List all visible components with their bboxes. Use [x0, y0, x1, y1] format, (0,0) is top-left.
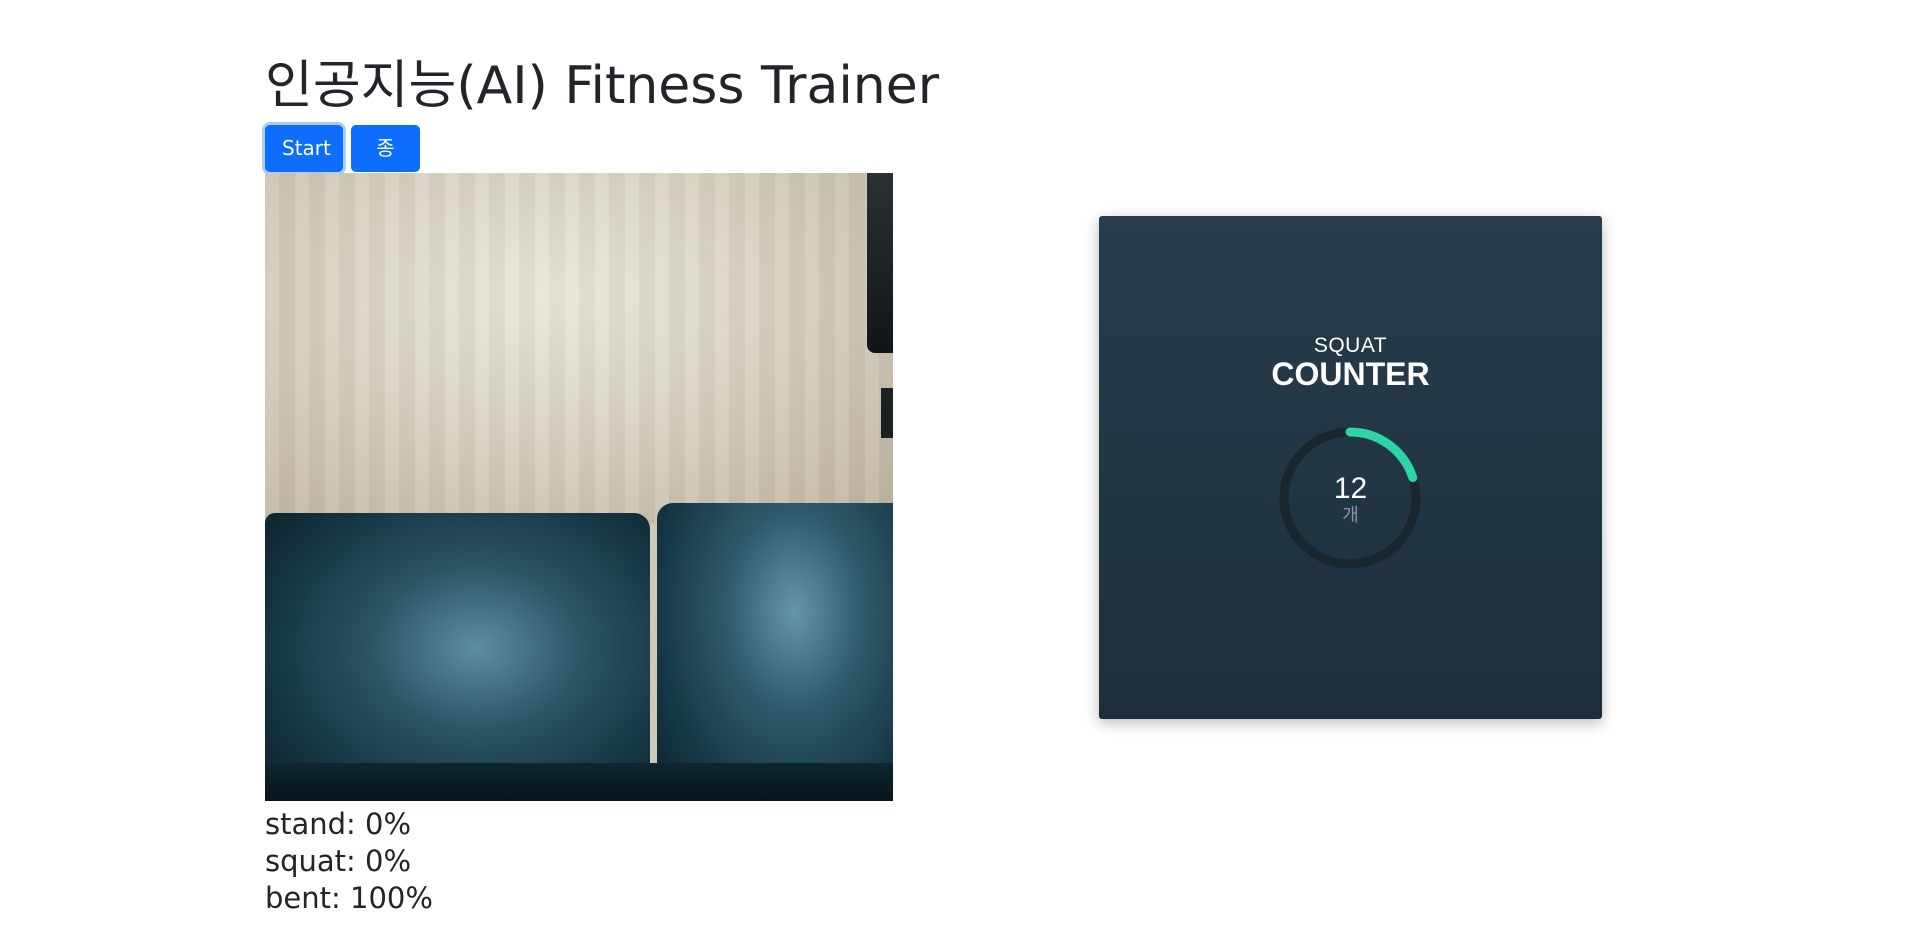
counter-subtitle: SQUAT [1313, 334, 1388, 357]
page-title: 인공지능(AI) Fitness Trainer [265, 56, 940, 116]
webcam-sofa-seat [265, 763, 893, 801]
webcam-sofa-right-cushion [657, 503, 893, 801]
prediction-label: bent [265, 881, 332, 915]
prediction-value: 100% [350, 881, 433, 915]
prediction-squat: squat: 0% [265, 844, 412, 878]
webcam-sofa-left-cushion [265, 513, 650, 801]
prediction-label: stand [265, 807, 347, 841]
webcam-wall [265, 173, 893, 523]
prediction-value: 0% [365, 844, 412, 878]
webcam-canvas [265, 173, 893, 801]
prediction-label: squat [265, 844, 347, 878]
counter-unit: 개 [1342, 505, 1359, 526]
prediction-bent: bent: 100% [265, 881, 433, 915]
page: 인공지능(AI) Fitness Trainer Start 종료 stand:… [0, 0, 1918, 931]
counter-title: COUNTER [1271, 356, 1430, 392]
webcam-curtain-edge [881, 388, 893, 438]
squat-counter-card: SQUAT COUNTER 12 개 [1099, 216, 1602, 719]
prediction-list: stand: 0% squat: 0% bent: 100% [265, 806, 433, 917]
start-button[interactable]: Start [265, 125, 343, 172]
prediction-value: 0% [365, 807, 412, 841]
webcam-curtain [867, 173, 893, 353]
stop-button[interactable]: 종료 [351, 125, 420, 205]
prediction-stand: stand: 0% [265, 807, 412, 841]
